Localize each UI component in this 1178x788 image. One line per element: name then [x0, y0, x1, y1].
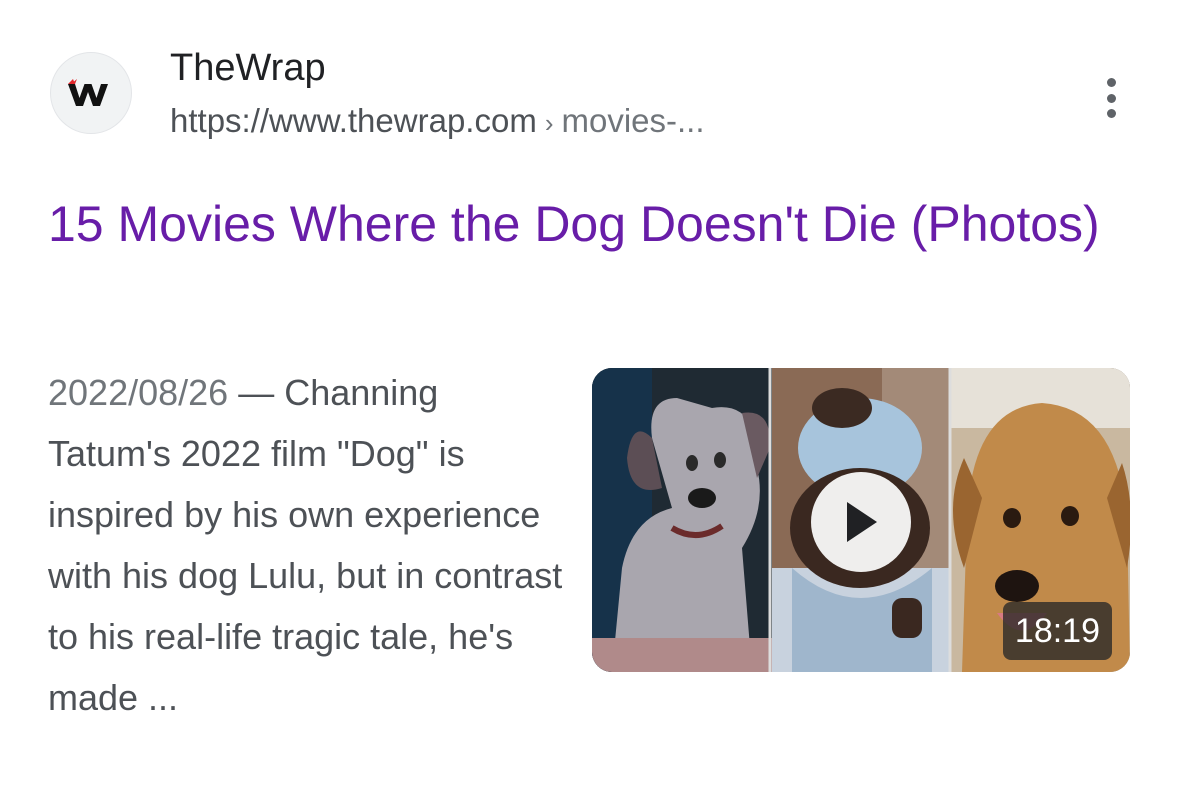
- url-separator: ›: [544, 108, 554, 138]
- play-button[interactable]: [811, 472, 911, 572]
- snippet-date: 2022/08/26: [48, 372, 229, 413]
- search-result: TheWrap https://www.thewrap.com › movies-.…: [0, 0, 1178, 788]
- more-options-button[interactable]: [1090, 74, 1132, 122]
- more-vert-icon: [1106, 78, 1116, 87]
- thewrap-logo-icon: [68, 79, 108, 106]
- result-title-link[interactable]: 15 Movies Where the Dog Doesn't Die (Pho…: [48, 184, 1128, 264]
- more-vert-icon-dot: [1106, 109, 1116, 118]
- site-name[interactable]: TheWrap: [170, 44, 326, 92]
- site-favicon[interactable]: [50, 52, 132, 134]
- more-vert-icon-dot: [1106, 93, 1116, 103]
- play-icon: [847, 502, 877, 542]
- snippet-dash: —: [228, 372, 285, 413]
- snippet-text: Channing Tatum's 2022 film "Dog" is insp…: [48, 372, 563, 718]
- url-domain: https://www.thewrap.com: [170, 102, 537, 139]
- result-snippet: 2022/08/26 — Channing Tatum's 2022 film …: [48, 362, 568, 728]
- video-thumbnail[interactable]: 18:19: [592, 368, 1130, 672]
- url-path: movies-...: [561, 102, 705, 139]
- site-url[interactable]: https://www.thewrap.com › movies-...: [170, 99, 705, 145]
- video-duration-badge: 18:19: [1002, 602, 1112, 660]
